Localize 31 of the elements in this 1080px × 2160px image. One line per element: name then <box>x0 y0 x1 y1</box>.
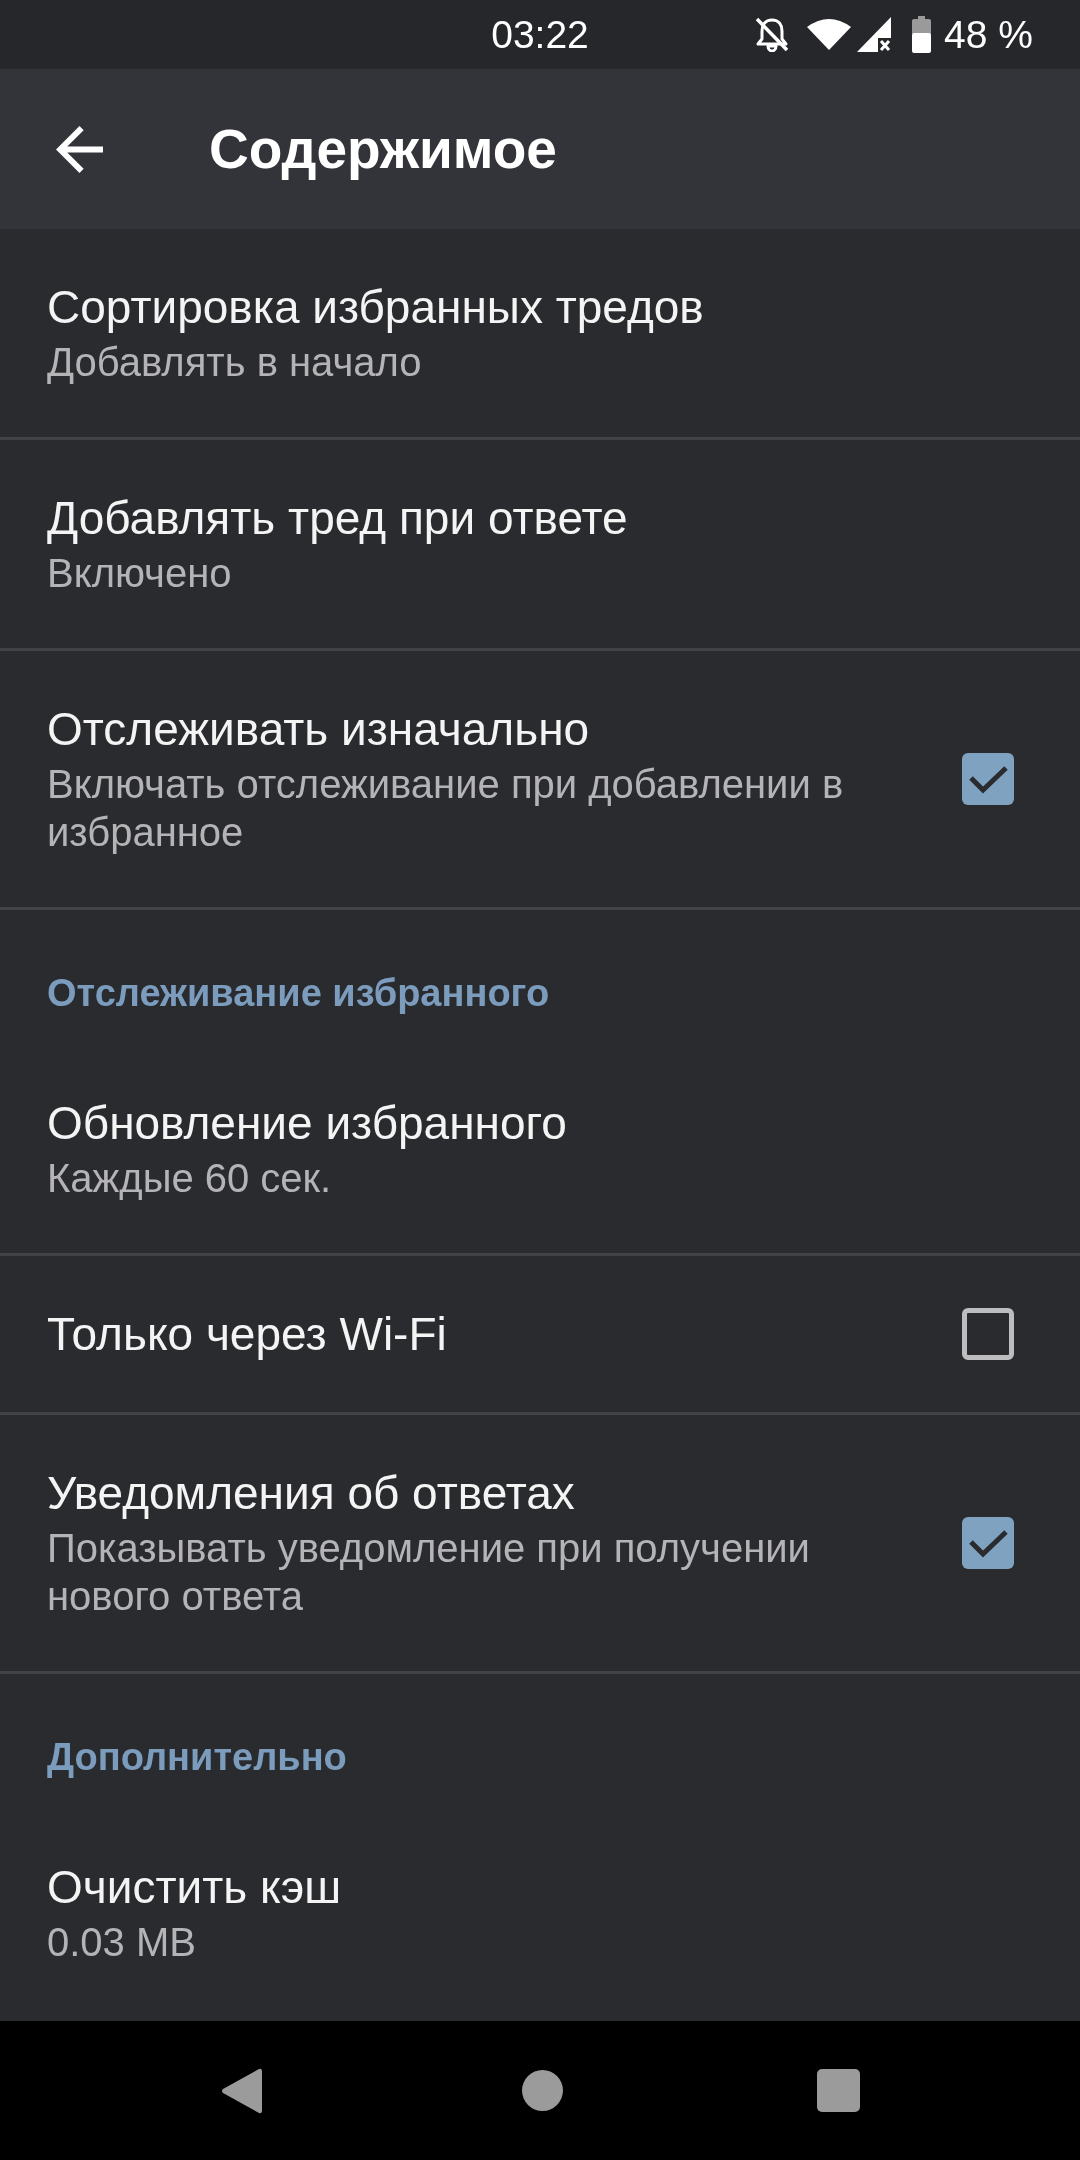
back-arrow-icon[interactable] <box>56 125 103 173</box>
checkbox[interactable] <box>962 1517 1014 1569</box>
setting-summary: Добавлять в начало <box>47 339 422 386</box>
status-time: 03:22 <box>491 11 589 58</box>
setting-title[interactable]: Сортировка избранных тредов <box>47 280 704 334</box>
setting-title[interactable]: Добавлять тред при ответе <box>47 491 628 545</box>
check-icon <box>968 764 1008 794</box>
setting-summary: Каждые 60 сек. <box>47 1155 332 1202</box>
setting-title[interactable]: Обновление избранного <box>47 1096 567 1150</box>
setting-summary: 0.03 MB <box>47 1919 196 1966</box>
check-icon <box>968 1528 1008 1558</box>
battery-percent: 48 % <box>944 11 1033 58</box>
setting-title[interactable]: Очистить кэш <box>47 1860 342 1914</box>
screen-title: Содержимое <box>209 117 557 181</box>
wifi-icon <box>807 19 852 50</box>
setting-summary: Включать отслеживание при добавлении в избранное <box>47 761 845 856</box>
setting-title[interactable]: Отслеживать изначально <box>47 702 590 756</box>
section-header: Отслеживание избранного <box>47 971 550 1016</box>
back-nav-icon[interactable] <box>220 2067 262 2114</box>
setting-summary: Включено <box>47 550 232 597</box>
setting-summary: Показывать уведомление при получении нового ответа <box>47 1525 811 1620</box>
battery-icon <box>912 16 932 53</box>
setting-title[interactable]: Только через Wi-Fi <box>47 1307 447 1361</box>
section-header: Дополнительно <box>47 1735 347 1780</box>
cell-signal-icon <box>857 17 892 52</box>
checkbox[interactable] <box>962 1308 1014 1360</box>
setting-title[interactable]: Уведомления об ответах <box>47 1466 575 1520</box>
home-nav-icon[interactable] <box>521 2070 563 2111</box>
recents-nav-icon[interactable] <box>816 2069 860 2112</box>
checkbox[interactable] <box>962 753 1014 805</box>
muted-bell-icon <box>755 17 790 52</box>
